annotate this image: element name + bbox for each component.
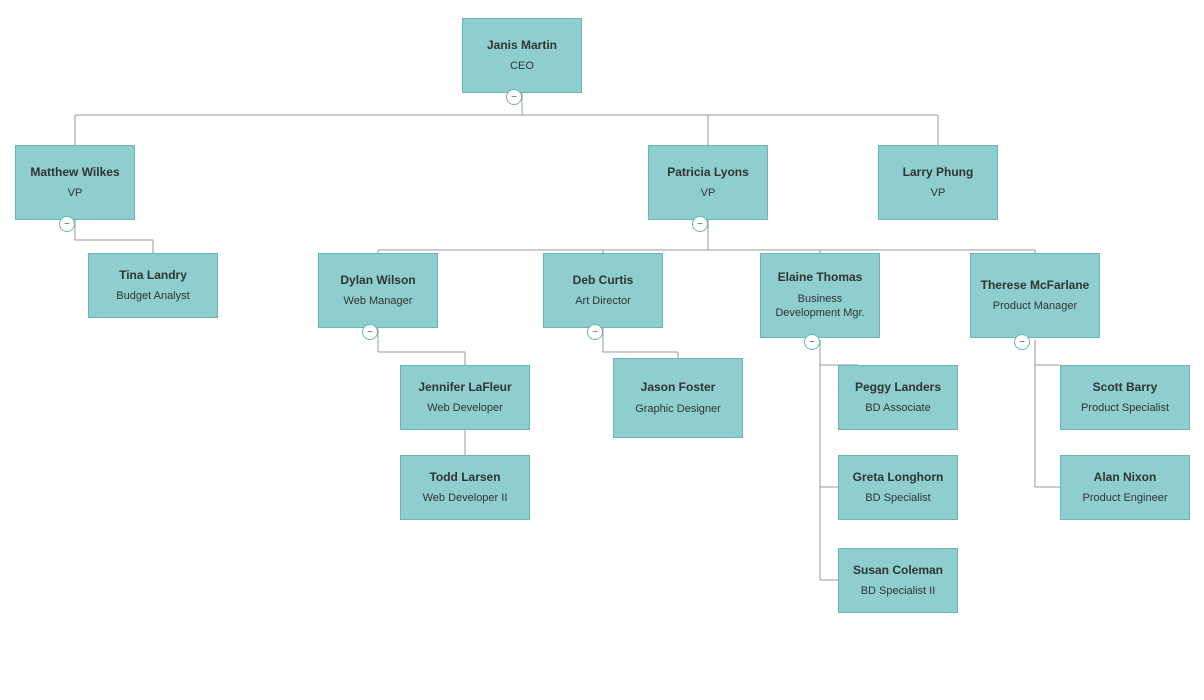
cb-matthew[interactable]: − (59, 216, 75, 232)
node-title-todd: Web Developer II (423, 491, 508, 505)
node-janis: Janis Martin CEO (462, 18, 582, 93)
node-title-alan: Product Engineer (1083, 491, 1168, 505)
node-jason: Jason Foster Graphic Designer (613, 358, 743, 438)
cb-therese[interactable]: − (1014, 334, 1030, 350)
node-name-alan: Alan Nixon (1094, 470, 1157, 486)
node-title-jason: Graphic Designer (635, 402, 721, 416)
node-patricia: Patricia Lyons VP (648, 145, 768, 220)
node-name-deb: Deb Curtis (573, 273, 634, 289)
node-title-scott: Product Specialist (1081, 401, 1169, 415)
node-name-tina: Tina Landry (119, 268, 187, 284)
node-name-dylan: Dylan Wilson (340, 273, 415, 289)
connector-lines (0, 0, 1204, 700)
node-name-matthew: Matthew Wilkes (30, 165, 119, 181)
node-larry: Larry Phung VP (878, 145, 998, 220)
node-name-jason: Jason Foster (641, 380, 716, 396)
node-jennifer: Jennifer LaFleur Web Developer (400, 365, 530, 430)
cb-deb[interactable]: − (587, 324, 603, 340)
org-chart: Janis MartinCEOMatthew WilkesVPPatricia … (0, 0, 1204, 700)
node-title-peggy: BD Associate (865, 401, 930, 415)
node-title-greta: BD Specialist (865, 491, 930, 505)
node-todd: Todd Larsen Web Developer II (400, 455, 530, 520)
node-title-matthew: VP (68, 186, 83, 200)
node-deb: Deb Curtis Art Director (543, 253, 663, 328)
node-name-peggy: Peggy Landers (855, 380, 941, 396)
node-title-deb: Art Director (575, 294, 631, 308)
node-title-patricia: VP (701, 186, 716, 200)
node-title-jennifer: Web Developer (427, 401, 503, 415)
node-alan: Alan Nixon Product Engineer (1060, 455, 1190, 520)
node-tina: Tina Landry Budget Analyst (88, 253, 218, 318)
node-name-therese: Therese McFarlane (981, 278, 1090, 294)
node-title-larry: VP (931, 186, 946, 200)
cb-janis[interactable]: − (506, 89, 522, 105)
node-title-elaine: Business Development Mgr. (775, 292, 864, 321)
node-scott: Scott Barry Product Specialist (1060, 365, 1190, 430)
node-name-jennifer: Jennifer LaFleur (418, 380, 511, 396)
node-name-todd: Todd Larsen (429, 470, 500, 486)
node-name-janis: Janis Martin (487, 38, 557, 54)
node-name-scott: Scott Barry (1093, 380, 1158, 396)
node-elaine: Elaine Thomas Business Development Mgr. (760, 253, 880, 338)
node-susan: Susan Coleman BD Specialist II (838, 548, 958, 613)
node-name-elaine: Elaine Thomas (778, 270, 863, 286)
node-title-dylan: Web Manager (344, 294, 413, 308)
node-name-susan: Susan Coleman (853, 563, 943, 579)
node-peggy: Peggy Landers BD Associate (838, 365, 958, 430)
node-name-greta: Greta Longhorn (853, 470, 944, 486)
node-therese: Therese McFarlane Product Manager (970, 253, 1100, 338)
node-title-therese: Product Manager (993, 299, 1077, 313)
node-title-janis: CEO (510, 59, 534, 73)
node-dylan: Dylan Wilson Web Manager (318, 253, 438, 328)
node-name-patricia: Patricia Lyons (667, 165, 749, 181)
node-matthew: Matthew Wilkes VP (15, 145, 135, 220)
node-name-larry: Larry Phung (903, 165, 974, 181)
cb-elaine[interactable]: − (804, 334, 820, 350)
cb-dylan[interactable]: − (362, 324, 378, 340)
node-title-susan: BD Specialist II (861, 584, 936, 598)
node-greta: Greta Longhorn BD Specialist (838, 455, 958, 520)
node-title-tina: Budget Analyst (116, 289, 189, 303)
cb-patricia[interactable]: − (692, 216, 708, 232)
